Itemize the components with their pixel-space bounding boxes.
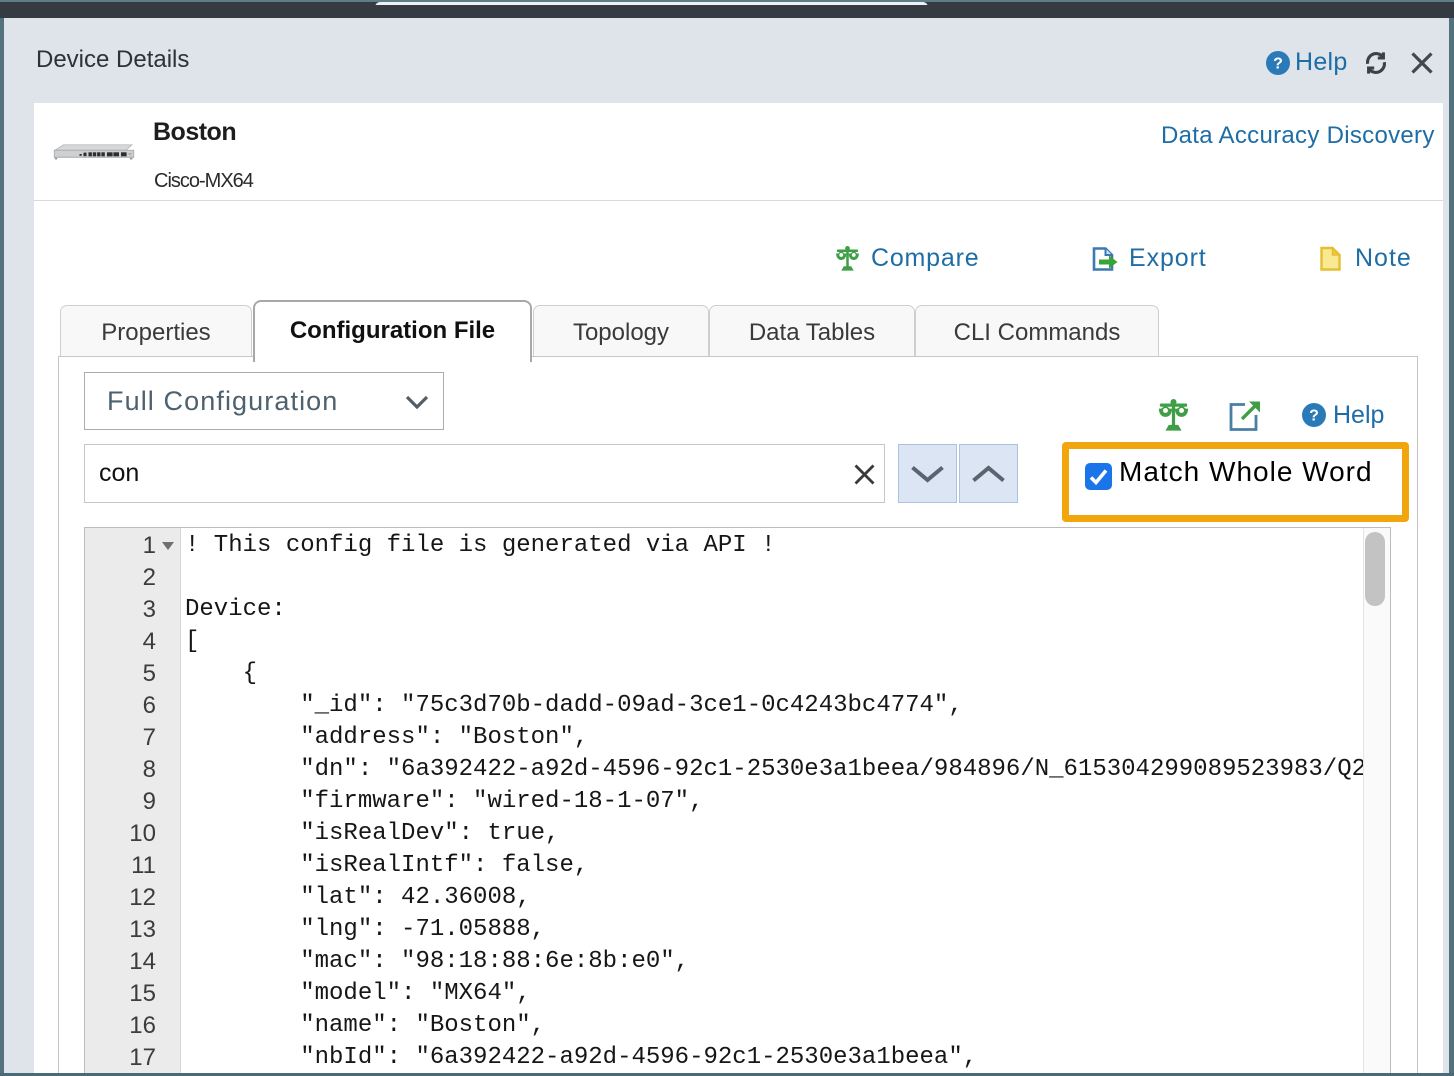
svg-text:?: ? (1309, 408, 1319, 425)
svg-text:?: ? (1273, 56, 1283, 73)
